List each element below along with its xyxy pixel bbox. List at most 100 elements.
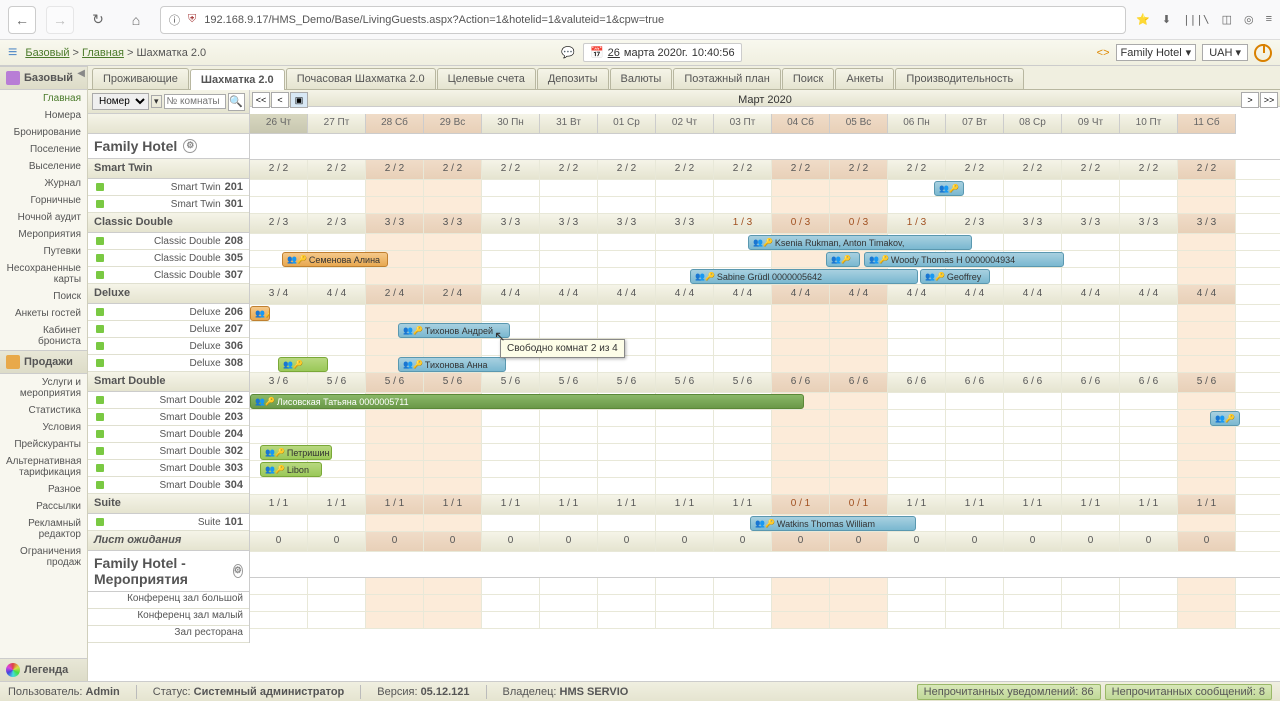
sidebar-item[interactable]: Анкеты гостей bbox=[0, 305, 87, 322]
tab[interactable]: Валюты bbox=[610, 68, 673, 89]
booking-bar[interactable]: 👥🔑Тихонова Анна bbox=[398, 357, 506, 372]
sidebar-item[interactable]: Журнал bbox=[0, 175, 87, 192]
day-header[interactable]: 10 Пт bbox=[1120, 114, 1178, 134]
booking-bar[interactable]: 👥🔑 bbox=[934, 181, 964, 196]
booking-bar[interactable]: 👥🔑Семенова Алина bbox=[282, 252, 388, 267]
filter-dropdown-icon[interactable]: ▾ bbox=[151, 95, 162, 108]
day-header[interactable]: 09 Чт bbox=[1062, 114, 1120, 134]
notifications-badge[interactable]: Непрочитанных уведомлений: 86 bbox=[917, 684, 1101, 700]
tab[interactable]: Депозиты bbox=[537, 68, 609, 89]
tab[interactable]: Шахматка 2.0 bbox=[190, 69, 285, 90]
room-label[interactable]: Deluxe 207 bbox=[88, 321, 249, 338]
sidebar-item[interactable]: Условия bbox=[0, 419, 87, 436]
sidebar-icon[interactable]: ◫ bbox=[1222, 13, 1232, 26]
booking-bar[interactable]: 👥🔑Петришин bbox=[260, 445, 332, 460]
booking-bar[interactable]: 👥🔑Лисовская Татьяна 0000005711 bbox=[250, 394, 804, 409]
day-header[interactable]: 03 Пт bbox=[714, 114, 772, 134]
sidebar-section-sales[interactable]: Продажи bbox=[0, 350, 87, 374]
reload-button[interactable]: ↻ bbox=[84, 6, 112, 34]
day-header[interactable]: 06 Пн bbox=[888, 114, 946, 134]
room-label[interactable]: Deluxe 306 bbox=[88, 338, 249, 355]
next-fast-button[interactable]: >> bbox=[1260, 92, 1278, 108]
forward-button[interactable]: → bbox=[46, 6, 74, 34]
back-button[interactable]: ← bbox=[8, 6, 36, 34]
chat-icon[interactable]: 💬 bbox=[561, 46, 575, 59]
day-header[interactable]: 08 Ср bbox=[1004, 114, 1062, 134]
booking-bar[interactable]: 👥🔑Ksenia Rukman, Anton Timakov, bbox=[748, 235, 972, 250]
sidebar-item[interactable]: Поселение bbox=[0, 141, 87, 158]
room-label[interactable]: Smart Double 304 bbox=[88, 477, 249, 494]
room-label[interactable]: Smart Twin 201 bbox=[88, 179, 249, 196]
sidebar-item[interactable]: Статистика bbox=[0, 402, 87, 419]
room-label[interactable]: Deluxe 308 bbox=[88, 355, 249, 372]
url-bar[interactable]: ⓘ ⛨ 192.168.9.17/HMS_Demo/Base/LivingGue… bbox=[160, 6, 1126, 34]
legend-button[interactable]: Легенда bbox=[0, 658, 87, 681]
room-number-input[interactable] bbox=[164, 94, 226, 109]
day-header[interactable]: 02 Чт bbox=[656, 114, 714, 134]
event-label[interactable]: Конференц зал большой bbox=[88, 592, 249, 609]
tracking-icon[interactable]: ◎ bbox=[1244, 13, 1254, 26]
room-label[interactable]: Smart Twin 301 bbox=[88, 196, 249, 213]
sidebar-item[interactable]: Ночной аудит bbox=[0, 209, 87, 226]
room-label[interactable]: Classic Double 305 bbox=[88, 250, 249, 267]
hotel-select[interactable]: Family Hotel▾ bbox=[1116, 44, 1197, 61]
day-header[interactable]: 31 Вт bbox=[540, 114, 598, 134]
day-header[interactable]: 26 Чт bbox=[250, 114, 308, 134]
home-button[interactable]: ⌂ bbox=[122, 6, 150, 34]
room-label[interactable]: Suite 101 bbox=[88, 514, 249, 531]
room-label[interactable]: Classic Double 307 bbox=[88, 267, 249, 284]
tab[interactable]: Производительность bbox=[895, 68, 1024, 89]
currency-select[interactable]: UAH ▾ bbox=[1202, 44, 1248, 61]
sidebar-item[interactable]: Альтернативная тарификация bbox=[0, 453, 87, 481]
sidebar-item[interactable]: Выселение bbox=[0, 158, 87, 175]
tab[interactable]: Проживающие bbox=[92, 68, 189, 89]
sidebar-item[interactable]: Услуги и мероприятия bbox=[0, 374, 87, 402]
download-icon[interactable]: ⬇ bbox=[1162, 13, 1171, 26]
sidebar-item[interactable]: Ограничения продаж bbox=[0, 543, 87, 571]
room-label[interactable]: Smart Double 303 bbox=[88, 460, 249, 477]
booking-bar[interactable]: 👥🔑Libon bbox=[260, 462, 322, 477]
room-label[interactable]: Classic Double 208 bbox=[88, 233, 249, 250]
sidebar-item[interactable]: Бронирование bbox=[0, 124, 87, 141]
breadcrumb-home[interactable]: Главная bbox=[82, 47, 124, 59]
sidebar-item[interactable]: Разное bbox=[0, 481, 87, 498]
booking-bar[interactable]: 👥🔑Watkins Thomas William bbox=[750, 516, 916, 531]
day-header[interactable]: 30 Пн bbox=[482, 114, 540, 134]
search-button[interactable]: 🔍 bbox=[228, 93, 245, 111]
day-header[interactable]: 28 Сб bbox=[366, 114, 424, 134]
event-label[interactable]: Конференц зал малый bbox=[88, 609, 249, 626]
day-header[interactable]: 29 Вс bbox=[424, 114, 482, 134]
tab[interactable]: Поиск bbox=[782, 68, 834, 89]
room-label[interactable]: Smart Double 302 bbox=[88, 443, 249, 460]
prev-button[interactable]: < bbox=[271, 92, 289, 108]
sidebar-section-basic[interactable]: Базовый bbox=[0, 66, 87, 90]
sidebar-item[interactable]: Несохраненные карты bbox=[0, 260, 87, 288]
messages-badge[interactable]: Непрочитанных сообщений: 8 bbox=[1105, 684, 1272, 700]
code-icon[interactable]: <> bbox=[1097, 47, 1110, 59]
booking-bar[interactable]: 👥🔑Тихонов Андрей bbox=[398, 323, 510, 338]
sidebar-item[interactable]: Кабинет брониста bbox=[0, 322, 87, 350]
sidebar-item[interactable]: Мероприятия bbox=[0, 226, 87, 243]
date-widget[interactable]: 📅 26 марта 2020г. 10:40:56 bbox=[583, 43, 742, 62]
bookmark-icon[interactable]: ⭐ bbox=[1136, 13, 1150, 26]
sidebar-item[interactable]: Путевки bbox=[0, 243, 87, 260]
sidebar-collapse-icon[interactable]: ◀ bbox=[77, 68, 85, 79]
sidebar-item[interactable]: Рассылки bbox=[0, 498, 87, 515]
library-icon[interactable]: |||\ bbox=[1183, 13, 1210, 26]
sidebar-item[interactable]: Номера bbox=[0, 107, 87, 124]
next-button[interactable]: > bbox=[1241, 92, 1259, 108]
day-header[interactable]: 07 Вт bbox=[946, 114, 1004, 134]
filter-type-select[interactable]: Номер bbox=[92, 93, 149, 110]
sidebar-item[interactable]: Горничные bbox=[0, 192, 87, 209]
sidebar-item[interactable]: Главная bbox=[0, 90, 87, 107]
room-label[interactable]: Smart Double 202 bbox=[88, 392, 249, 409]
day-header[interactable]: 11 Сб bbox=[1178, 114, 1236, 134]
booking-bar[interactable]: 👥🔑 bbox=[1210, 411, 1240, 426]
sidebar-item[interactable]: Рекламный редактор bbox=[0, 515, 87, 543]
booking-bar[interactable]: 👥🔑 bbox=[826, 252, 860, 267]
prev-fast-button[interactable]: << bbox=[252, 92, 270, 108]
room-label[interactable]: Smart Double 204 bbox=[88, 426, 249, 443]
gear-icon[interactable]: ⚙ bbox=[233, 564, 243, 578]
today-button[interactable]: ▣ bbox=[290, 92, 308, 108]
day-header[interactable]: 01 Ср bbox=[598, 114, 656, 134]
